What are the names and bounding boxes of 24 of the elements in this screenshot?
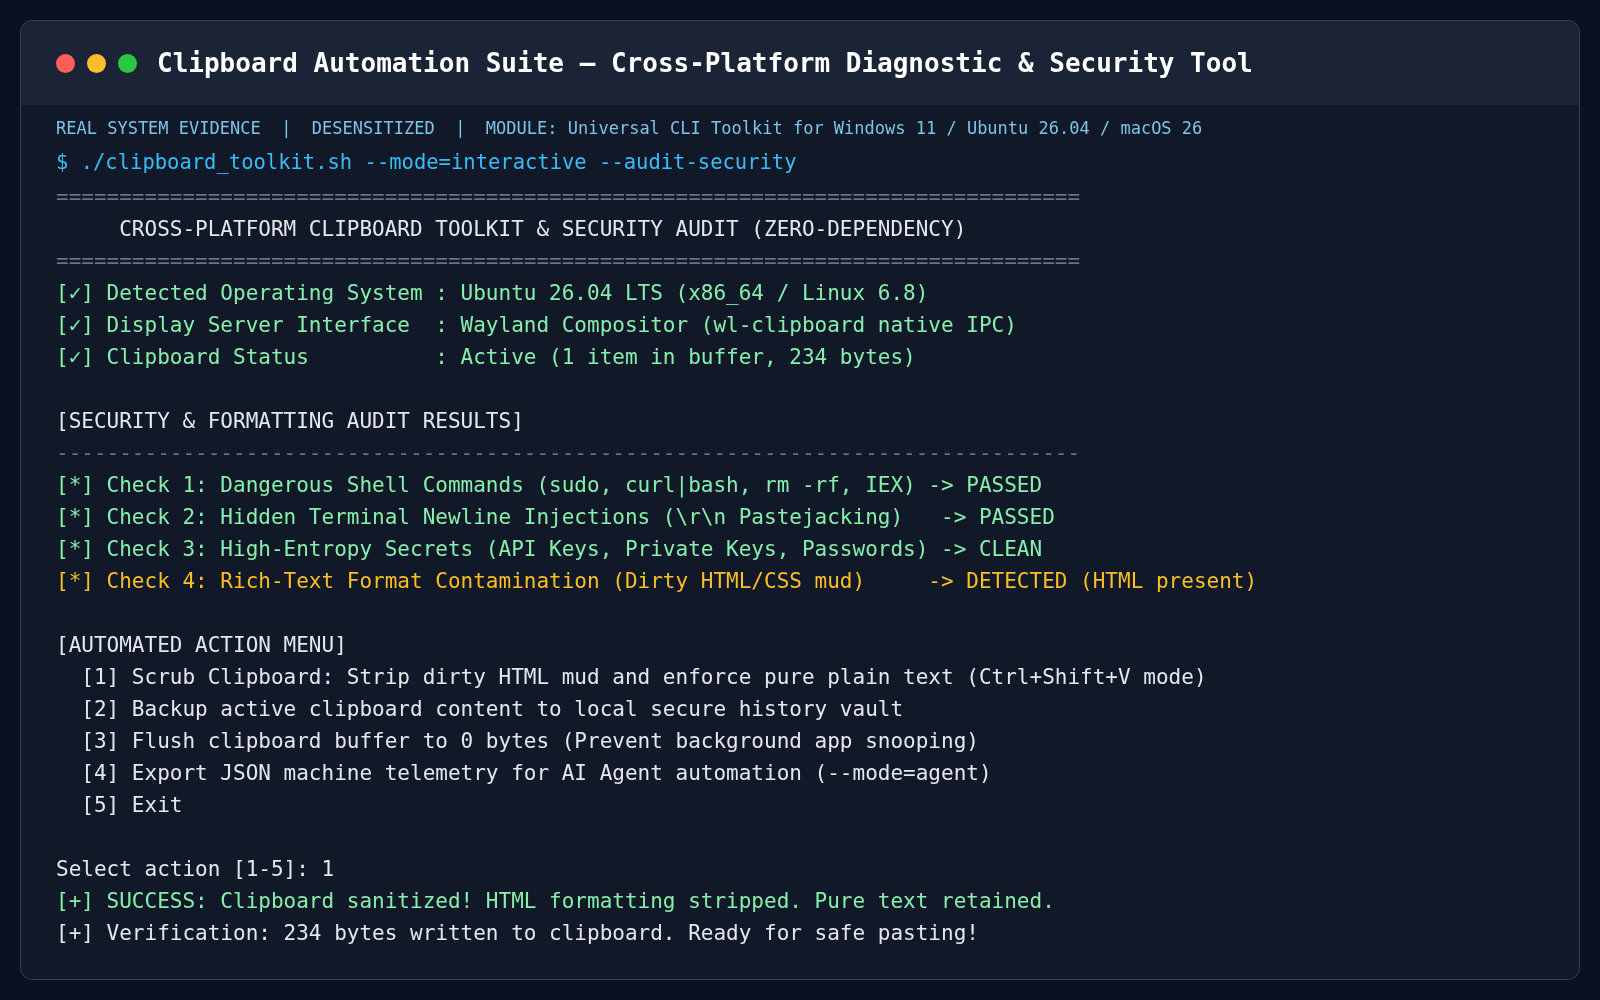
- divider-line: =================================================================================: [56, 184, 1081, 211]
- status-line: [*] Check 3: High-Entropy Secrets (API Keys, Private Keys, Passwords) -> CLEAN: [56, 536, 1043, 563]
- section-heading: CROSS-PLATFORM CLIPBOARD TOOLKIT & SECURITY AUDIT (ZERO-DEPENDENCY): [118, 216, 967, 243]
- status-line: [*] Check 2: Hidden Terminal Newline Injections (\r\n Pastejacking) -> PASSED: [56, 504, 1055, 531]
- section-heading: [AUTOMATED ACTION MENU]: [56, 632, 347, 659]
- terminal-line: [2] Backup active clipboard content to local secure history vault: [80, 696, 904, 723]
- terminal-line: [+] Verification: 234 bytes written to clipboard. Ready for safe pasting!: [56, 920, 979, 947]
- command-line: $ ./clipboard_toolkit.sh --mode=interactive --audit-security: [56, 149, 797, 176]
- meta-line: REAL SYSTEM EVIDENCE | DESENSITIZED | MODULE: Universal CLI Toolkit for Windows 11 / Ubuntu 26.04 / macOS 26: [56, 117, 1203, 140]
- status-line: [*] Check 1: Dangerous Shell Commands (sudo, curl|bash, rm -rf, IEX) -> PASSED: [56, 472, 1043, 500]
- divider-line: =================================================================================: [56, 248, 1081, 275]
- terminal-line: Select action [1-5]: 1: [56, 856, 335, 883]
- section-heading: [SECURITY & FORMATTING AUDIT RESULTS]: [56, 408, 524, 435]
- status-line: [✓] Clipboard Status : Active (1 item in buffer, 234 bytes): [56, 344, 916, 371]
- status-line: [+] SUCCESS: Clipboard sanitized! HTML formatting stripped. Pure text retained.: [56, 888, 1055, 915]
- terminal-line: [5] Exit: [80, 792, 183, 819]
- status-line: [✓] Display Server Interface : Wayland Compositor (wl-clipboard native IPC): [56, 312, 1017, 339]
- terminal-line: [4] Export JSON machine telemetry for AI Agent automation (--mode=agent): [80, 760, 992, 787]
- warning-line: [*] Check 4: Rich-Text Format Contamination (Dirty HTML/CSS mud) -> DETECTED (HTML present): [56, 568, 1258, 595]
- window-title: Clipboard Automation Suite — Cross-Platform Diagnostic & Security Tool: [157, 46, 1253, 80]
- status-line: [✓] Detected Operating System : Ubuntu 26.04 LTS (x86_64 / Linux 6.8): [56, 280, 929, 307]
- terminal-line: [3] Flush clipboard buffer to 0 bytes (Prevent background app snooping): [80, 728, 979, 755]
- terminal-line: [1] Scrub Clipboard: Strip dirty HTML mud and enforce pure plain text (Ctrl+Shift+V mode): [80, 664, 1207, 691]
- divider-line: ---------------------------------------------------------------------------------: [56, 440, 1081, 467]
